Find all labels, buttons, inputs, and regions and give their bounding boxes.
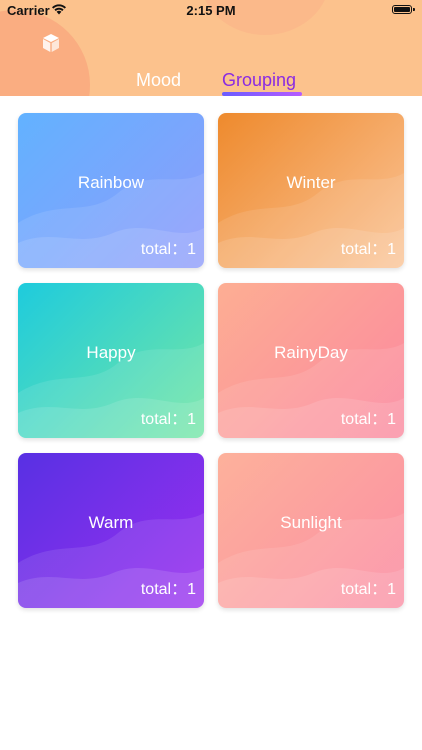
group-name: Sunlight [280, 513, 342, 532]
header-decoration [0, 10, 90, 96]
group-total: total：1 [140, 411, 196, 428]
tab-grouping[interactable]: Grouping [222, 70, 296, 91]
tab-mood[interactable]: Mood [136, 70, 181, 91]
group-card-winter[interactable]: Winter total：1 [218, 113, 404, 268]
group-total: total：1 [140, 241, 196, 258]
group-name: RainyDay [274, 343, 348, 362]
cube-icon[interactable] [41, 33, 61, 53]
header: Carrier 2:15 PM Mood Grouping [0, 0, 422, 96]
group-total: total：1 [340, 581, 396, 598]
tab-selected-indicator [222, 92, 302, 96]
clock: 2:15 PM [186, 3, 236, 18]
group-name: Winter [286, 173, 336, 192]
group-name: Happy [86, 343, 136, 362]
group-total: total：1 [140, 581, 196, 598]
group-card-sunlight[interactable]: Sunlight total：1 [218, 453, 404, 608]
battery-icon [392, 5, 415, 14]
group-card-warm[interactable]: Warm total：1 [18, 453, 204, 608]
group-card-rainbow[interactable]: Rainbow total：1 [18, 113, 204, 268]
group-card-happy[interactable]: Happy total：1 [18, 283, 204, 438]
status-bar: Carrier 2:15 PM [0, 0, 422, 22]
group-name: Warm [88, 513, 134, 532]
group-total: total：1 [340, 241, 396, 258]
group-card-rainyday[interactable]: RainyDay total：1 [218, 283, 404, 438]
group-total: total：1 [340, 411, 396, 428]
group-name: Rainbow [77, 173, 145, 192]
